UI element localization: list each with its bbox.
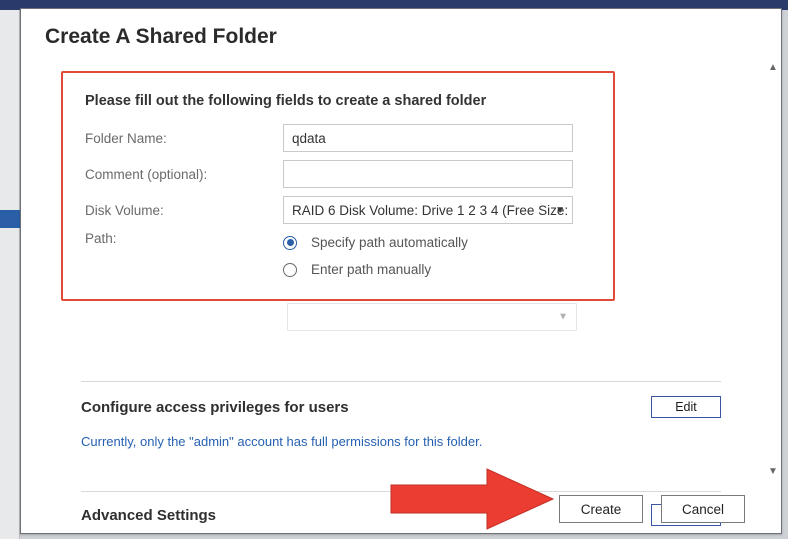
folder-name-input[interactable] — [283, 124, 573, 152]
disk-volume-select-wrap: RAID 6 Disk Volume: Drive 1 2 3 4 (Free … — [283, 196, 573, 224]
create-shared-folder-dialog: Create A Shared Folder Please fill out t… — [20, 8, 782, 534]
cancel-button[interactable]: Cancel — [661, 495, 745, 523]
dialog-title: Create A Shared Folder — [45, 25, 757, 49]
row-path: Path: Specify path automatically Enter p… — [85, 231, 591, 261]
privileges-title: Configure access privileges for users — [81, 399, 349, 416]
background-selected-marker — [0, 210, 20, 228]
label-comment: Comment (optional): — [85, 167, 283, 182]
label-path: Path: — [85, 231, 283, 246]
form-intro: Please fill out the following fields to … — [85, 93, 591, 109]
label-disk-volume: Disk Volume: — [85, 203, 283, 218]
scroll-down-icon[interactable]: ▼ — [767, 463, 779, 479]
dialog-header: Create A Shared Folder — [21, 9, 781, 59]
privileges-note-link[interactable]: Currently, only the "admin" account has … — [81, 434, 482, 449]
path-radio-group: Specify path automatically Enter path ma… — [283, 231, 468, 277]
create-button[interactable]: Create — [559, 495, 643, 523]
scrollbar[interactable]: ▲ ▼ — [765, 59, 781, 479]
radio-specify-auto[interactable] — [283, 236, 297, 250]
chevron-down-icon: ▼ — [558, 312, 568, 323]
row-folder-name: Folder Name: — [85, 123, 591, 153]
disabled-path-dropdown: ▼ — [287, 303, 577, 331]
label-folder-name: Folder Name: — [85, 131, 283, 146]
radio-label-auto: Specify path automatically — [311, 235, 468, 250]
dialog-body: Please fill out the following fields to … — [21, 59, 781, 479]
scroll-up-icon[interactable]: ▲ — [767, 59, 779, 75]
comment-input[interactable] — [283, 160, 573, 188]
privileges-header-row: Configure access privileges for users Ed… — [81, 396, 721, 418]
radio-enter-manual[interactable] — [283, 263, 297, 277]
scroll-track[interactable] — [767, 77, 779, 461]
disk-volume-select[interactable]: RAID 6 Disk Volume: Drive 1 2 3 4 (Free … — [283, 196, 573, 224]
row-disk-volume: Disk Volume: RAID 6 Disk Volume: Drive 1… — [85, 195, 591, 225]
row-comment: Comment (optional): — [85, 159, 591, 189]
divider — [81, 381, 721, 382]
privileges-section: Configure access privileges for users Ed… — [81, 381, 721, 451]
form-section-highlight: Please fill out the following fields to … — [61, 71, 615, 301]
background-left-panel — [0, 10, 20, 539]
edit-privileges-button[interactable]: Edit — [651, 396, 721, 418]
radio-row-manual: Enter path manually — [283, 262, 468, 277]
dialog-footer: Create Cancel — [21, 485, 781, 533]
radio-label-manual: Enter path manually — [311, 262, 431, 277]
radio-row-auto: Specify path automatically — [283, 235, 468, 250]
